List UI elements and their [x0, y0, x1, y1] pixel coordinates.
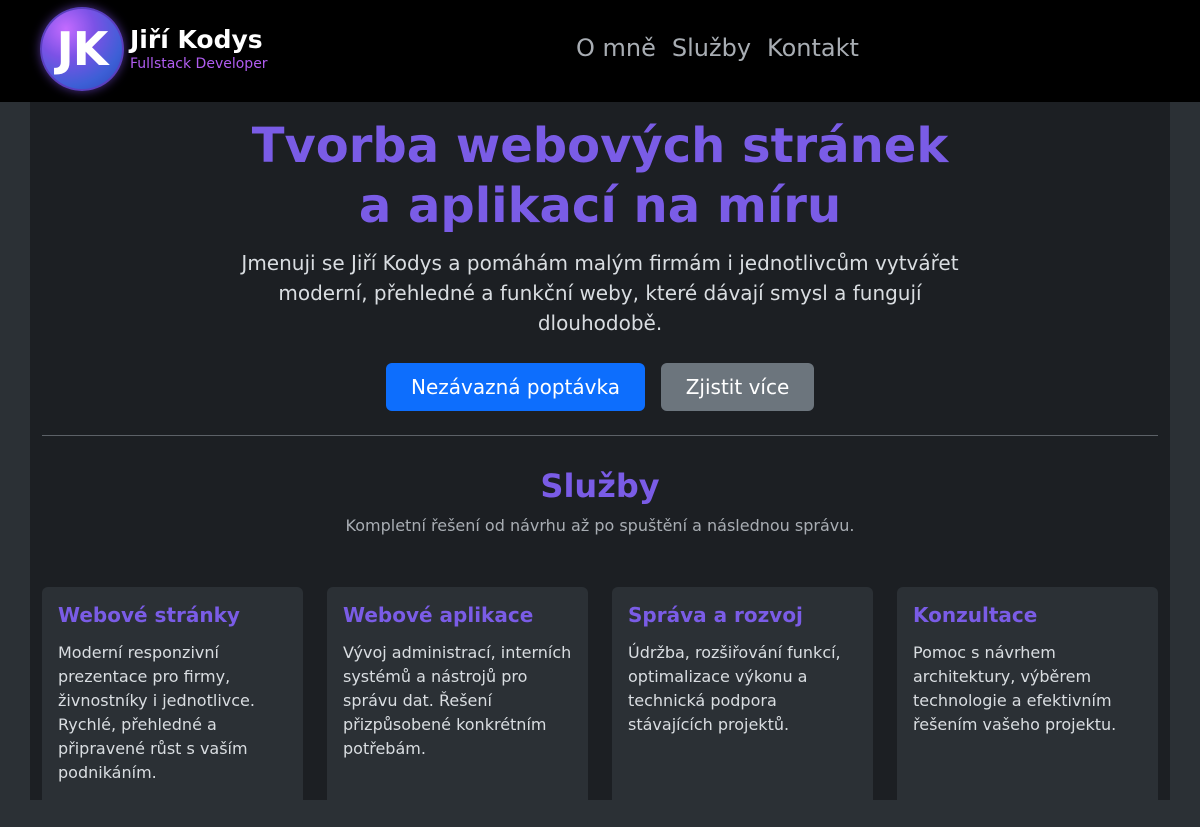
service-card-title: Správa a rozvoj: [628, 603, 803, 627]
brand-link[interactable]: JK Jiří Kodys Fullstack Developer: [40, 7, 268, 91]
service-card-consulting: Konzultace Pomoc s návrhem architektury,…: [897, 587, 1158, 827]
hero-title: Tvorba webových stránek a aplikací na mí…: [30, 116, 1170, 236]
service-card-text: Pomoc s návrhem architektury, výběrem te…: [913, 643, 1117, 734]
hero-description: Jmenuji se Jiří Kodys a pomáhám malým fi…: [241, 251, 959, 335]
service-card-title: Konzultace: [913, 603, 1038, 627]
nav-link-o-mne[interactable]: O mně: [576, 30, 656, 66]
service-card-title: Webové aplikace: [343, 603, 534, 627]
hero-title-line-1: Tvorba webových stránek: [251, 118, 949, 174]
nav-link-sluzby[interactable]: Služby: [672, 30, 751, 66]
service-card-maintenance: Správa a rozvoj Údržba, rozšiřování funk…: [612, 587, 873, 827]
service-card-text: Údržba, rozšiřování funkcí, optimalizace…: [628, 643, 841, 734]
main-content: Tvorba webových stránek a aplikací na mí…: [30, 102, 1170, 827]
services-cards: Webové stránky Moderní responzivní preze…: [42, 587, 1158, 827]
learn-more-button[interactable]: Zjistit více: [661, 363, 814, 411]
service-card-web-apps: Webové aplikace Vývoj administrací, inte…: [327, 587, 588, 827]
main-nav: O mně Služby Kontakt: [576, 30, 859, 66]
brand-text: Jiří Kodys Fullstack Developer: [130, 25, 268, 73]
section-divider: [42, 435, 1158, 436]
brand-role: Fullstack Developer: [130, 56, 268, 72]
service-card-text: Moderní responzivní prezentace pro firmy…: [58, 643, 255, 782]
service-card-title: Webové stránky: [58, 603, 240, 627]
services-subtitle: Kompletní řešení od návrhu až po spuštěn…: [345, 516, 855, 535]
nav-link-kontakt[interactable]: Kontakt: [767, 30, 859, 66]
brand-name: Jiří Kodys: [130, 25, 263, 54]
hero-title-line-2: a aplikací na míru: [358, 178, 842, 234]
inquiry-button[interactable]: Nezávazná poptávka: [386, 363, 645, 411]
services-title: Služby: [540, 467, 660, 505]
logo-badge: JK: [40, 7, 124, 91]
service-card-websites: Webové stránky Moderní responzivní preze…: [42, 587, 303, 827]
service-card-text: Vývoj administrací, interních systémů a …: [343, 643, 572, 758]
top-navbar: JK Jiří Kodys Fullstack Developer O mně …: [0, 0, 1200, 102]
